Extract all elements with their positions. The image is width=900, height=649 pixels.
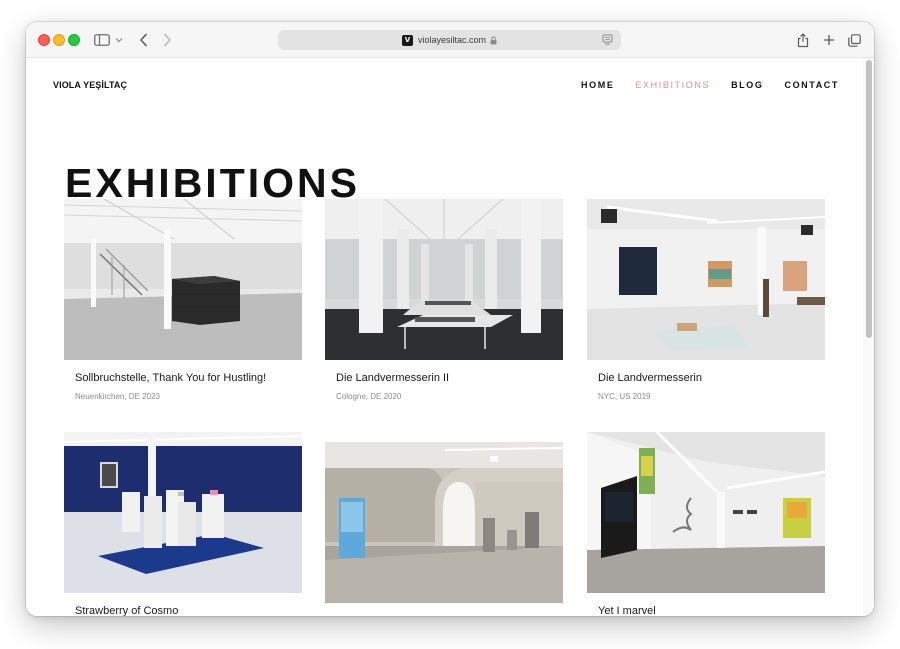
exhibition-image[interactable] [325, 442, 563, 603]
site-favicon: V [401, 34, 413, 46]
chevron-down-icon[interactable] [114, 30, 124, 50]
close-window-button[interactable] [38, 34, 50, 46]
back-arrow-icon[interactable] [134, 30, 152, 50]
minimize-window-button[interactable] [53, 34, 65, 46]
main-navigation: HOME EXHIBITIONS BLOG CONTACT [581, 80, 839, 90]
exhibition-meta: Cologne, DE 2020 [336, 392, 402, 401]
site-logo[interactable]: VIOLA YEŞİLTAÇ [53, 80, 127, 90]
exhibition-image[interactable] [587, 432, 825, 593]
exhibition-title[interactable]: Strawberry of Cosmo [75, 605, 178, 616]
plus-icon[interactable] [820, 30, 838, 50]
page-viewport: VIOLA YEŞİLTAÇ HOME EXHIBITIONS BLOG CON… [26, 58, 874, 616]
exhibition-title[interactable]: Yet I marvel [598, 605, 656, 616]
exhibition-meta: Neuenkirchen, DE 2023 [75, 392, 160, 401]
exhibition-title[interactable]: Die Landvermesserin II [336, 372, 449, 384]
reader-icon[interactable] [602, 34, 613, 47]
nav-home[interactable]: HOME [581, 80, 614, 90]
zoom-window-button[interactable] [68, 34, 80, 46]
nav-blog[interactable]: BLOG [731, 80, 763, 90]
page-title: EXHIBITIONS [65, 160, 360, 206]
exhibition-image[interactable] [587, 199, 825, 360]
exhibition-image[interactable] [64, 199, 302, 360]
exhibition-title[interactable]: Sollbruchstelle, Thank You for Hustling! [75, 372, 266, 384]
exhibition-image[interactable] [325, 199, 563, 360]
exhibition-meta: NYC, US 2019 [598, 392, 651, 401]
nav-contact[interactable]: CONTACT [784, 80, 839, 90]
share-icon[interactable] [794, 30, 812, 50]
page-scrollbar[interactable] [863, 58, 874, 616]
nav-exhibitions[interactable]: EXHIBITIONS [635, 80, 710, 90]
exhibition-title[interactable]: Die Landvermesserin [598, 372, 702, 384]
browser-toolbar: V violayesiltac.com [26, 22, 874, 58]
browser-window: V violayesiltac.com VIOLA YEŞİLTAÇ HOME … [26, 22, 874, 616]
tabs-overview-icon[interactable] [845, 30, 863, 50]
desktop-background: V violayesiltac.com VIOLA YEŞİLTAÇ HOME … [0, 0, 900, 649]
url-text: violayesiltac.com [417, 35, 487, 45]
forward-arrow-icon[interactable] [158, 30, 176, 50]
scrollbar-thumb[interactable] [866, 60, 872, 338]
exhibition-image[interactable] [64, 432, 302, 593]
lock-icon [490, 35, 497, 45]
address-bar[interactable]: V violayesiltac.com [278, 30, 621, 50]
sidebar-icon[interactable] [92, 30, 112, 50]
